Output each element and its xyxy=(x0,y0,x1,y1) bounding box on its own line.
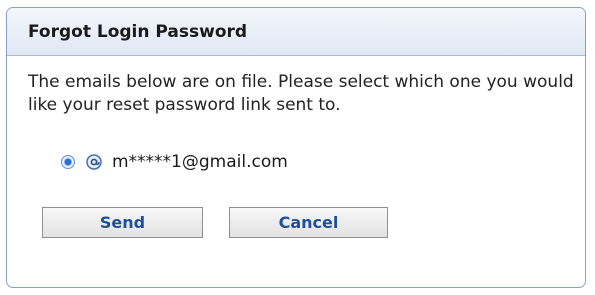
email-option[interactable]: m*****1@gmail.com xyxy=(61,150,585,174)
forgot-password-dialog: Forgot Login Password The emails below a… xyxy=(6,7,586,288)
button-row: Send Cancel xyxy=(42,207,585,238)
cancel-button[interactable]: Cancel xyxy=(229,207,388,238)
email-address-label: m*****1@gmail.com xyxy=(112,152,288,172)
send-button[interactable]: Send xyxy=(42,207,203,238)
email-radio-button[interactable] xyxy=(61,155,75,169)
dialog-body: The emails below are on file. Please sel… xyxy=(7,56,585,238)
dialog-header: Forgot Login Password xyxy=(7,8,585,56)
dialog-title: Forgot Login Password xyxy=(28,21,248,42)
instructions-text: The emails below are on file. Please sel… xyxy=(28,72,574,115)
email-at-icon xyxy=(86,154,102,170)
